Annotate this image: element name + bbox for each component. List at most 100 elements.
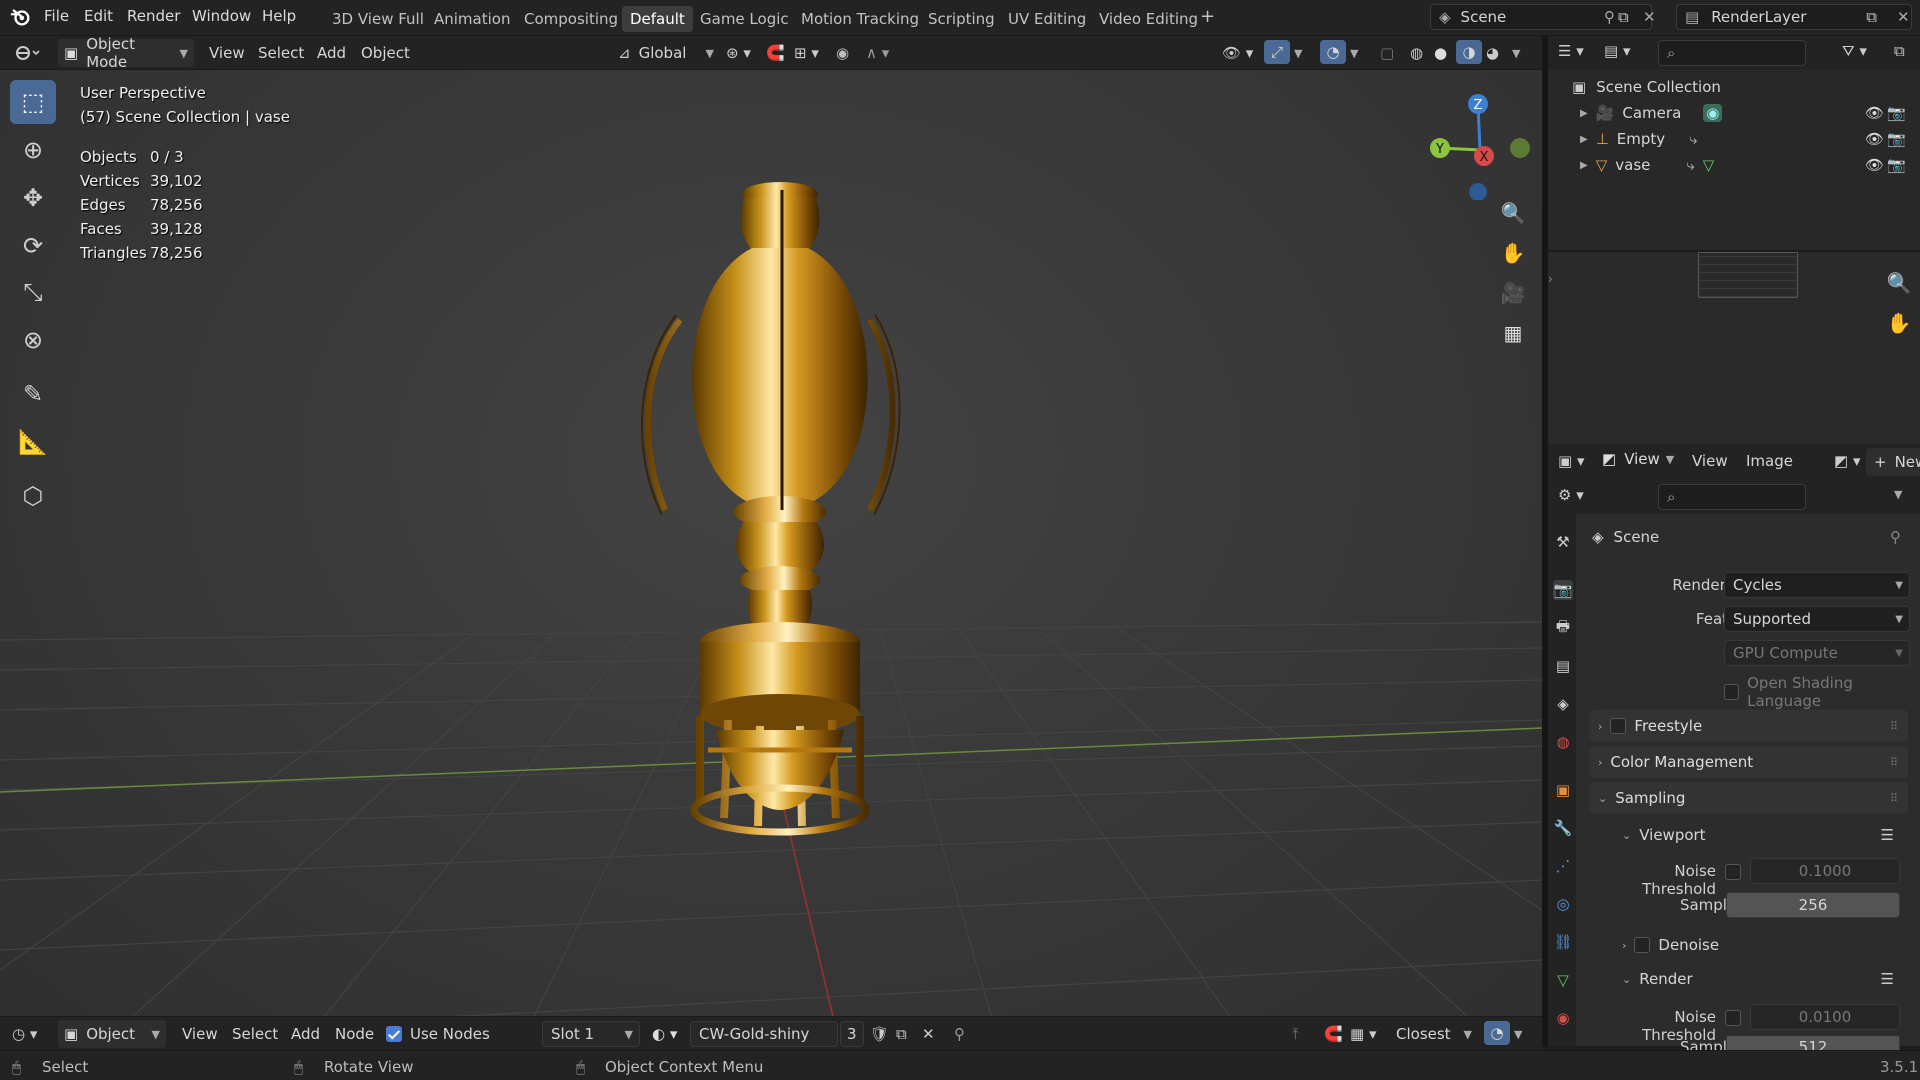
editor-type-icon[interactable]: ▣ ▾ xyxy=(1558,452,1584,470)
new-view-layer-icon[interactable]: ⧉ xyxy=(1866,8,1877,26)
expand-arrow-icon[interactable]: ▶ xyxy=(1580,108,1588,119)
blender-logo-icon[interactable] xyxy=(10,6,32,28)
pin-icon[interactable]: ⚲ xyxy=(1890,528,1901,546)
panel-sampling[interactable]: ⌄ Sampling ⠿ xyxy=(1590,782,1908,814)
tab-default[interactable]: Default xyxy=(622,6,693,32)
tab-uv-editing[interactable]: UV Editing xyxy=(1008,10,1086,28)
outliner-item-empty[interactable]: ▶ ⊥ Empty ⤷ 👁 📷 xyxy=(1560,126,1910,152)
presets-list-icon[interactable]: ☰ xyxy=(1881,970,1894,988)
menu-edit[interactable]: Edit xyxy=(84,7,113,25)
eye-icon[interactable]: 👁 xyxy=(1865,130,1884,148)
render-camera-icon[interactable]: 📷 xyxy=(1887,130,1906,148)
menu-view[interactable]: View xyxy=(1692,452,1728,470)
render-camera-icon[interactable]: 📷 xyxy=(1887,156,1906,174)
viewport-samples-field[interactable]: 256 xyxy=(1726,892,1900,918)
expand-arrow-icon[interactable]: ▶ xyxy=(1580,160,1588,171)
chevron-down-icon[interactable]: ▼ xyxy=(1512,39,1520,67)
material-users-count[interactable]: 3 xyxy=(840,1021,864,1047)
falloff-icon[interactable]: ∧ ▾ xyxy=(866,39,889,67)
osl-checkbox-box[interactable] xyxy=(1724,684,1740,700)
fake-user-icon[interactable]: 🛡 xyxy=(870,1020,889,1048)
proportional-edit-icon[interactable]: ◉ xyxy=(836,39,849,67)
image-browse-icon[interactable]: ◩ ▾ xyxy=(1834,452,1860,470)
tab-game-logic[interactable]: Game Logic xyxy=(700,10,789,28)
menu-select[interactable]: Select xyxy=(232,1020,278,1048)
snap-element-icon[interactable]: ▦ ▾ xyxy=(1350,1020,1376,1048)
feature-set-select[interactable]: Supported ▼ xyxy=(1724,606,1910,632)
outliner-search-input[interactable]: ⌕ xyxy=(1658,40,1806,66)
perspective-grid-icon[interactable]: ▦ xyxy=(1496,316,1530,350)
physics-tab-icon[interactable]: ◎ xyxy=(1553,894,1573,914)
move-tool[interactable]: ✥ xyxy=(10,176,56,220)
snap-mode-selector[interactable]: Closest ▼ xyxy=(1388,1021,1476,1047)
constraints-tab-icon[interactable]: ⛓ xyxy=(1553,932,1573,952)
expand-arrow-icon[interactable]: › xyxy=(1598,756,1602,769)
scale-tool[interactable]: ⤡ xyxy=(10,270,56,314)
vase-model[interactable] xyxy=(641,182,901,836)
eye-icon[interactable]: 👁 xyxy=(1865,104,1884,122)
constraint-icon[interactable]: ⤷ xyxy=(1686,156,1694,174)
menu-add[interactable]: Add xyxy=(317,39,346,67)
select-box-tool[interactable]: ⬚ xyxy=(10,80,56,124)
pivot-point-icon[interactable]: ⊛ ▾ xyxy=(726,39,751,67)
tab-3d-view-full[interactable]: 3D View Full xyxy=(332,10,424,28)
xray-icon[interactable]: ▢ xyxy=(1380,39,1394,67)
mode-selector[interactable]: ▣ Object Mode ▼ xyxy=(58,35,194,71)
subpanel-viewport[interactable]: ⌄ Viewport ☰ xyxy=(1614,820,1908,850)
transform-orientation-selector[interactable]: ⊿ Global ▼ xyxy=(618,39,714,67)
render-tab-icon[interactable]: 📷 xyxy=(1553,580,1573,600)
transform-tool[interactable]: ⊗ xyxy=(10,318,56,362)
expand-arrow-icon[interactable]: › xyxy=(1598,720,1602,733)
presets-list-icon[interactable]: ☰ xyxy=(1881,826,1894,844)
parent-node-icon[interactable]: ⤒ xyxy=(1292,1020,1299,1048)
view-layer-tab-icon[interactable]: ▤ xyxy=(1553,656,1573,676)
tab-compositing[interactable]: Compositing xyxy=(524,10,618,28)
options-chevron-icon[interactable]: ▼ xyxy=(1894,488,1902,501)
display-mode-icon[interactable]: ▤ ▾ xyxy=(1604,42,1630,60)
menu-view[interactable]: View xyxy=(182,1020,218,1048)
snap-icon[interactable]: 🧲 xyxy=(1324,1020,1343,1048)
menu-help[interactable]: Help xyxy=(262,7,296,25)
chevron-down-icon[interactable]: ▼ xyxy=(1514,1020,1522,1048)
unlink-material-icon[interactable]: ✕ xyxy=(922,1020,935,1048)
render-noise-threshold-field[interactable]: 0.0100 xyxy=(1750,1004,1900,1030)
camera-view-icon[interactable]: 🎥 xyxy=(1496,276,1530,310)
new-image-button[interactable]: + New xyxy=(1866,448,1920,476)
chevron-down-icon[interactable]: ▼ xyxy=(1294,39,1302,67)
shader-type-selector[interactable]: ▣ Object ▼ xyxy=(58,1020,166,1048)
editor-type-icon[interactable]: ⚙ ▾ xyxy=(1558,486,1584,504)
material-preview-icon[interactable]: ◑ xyxy=(1456,40,1482,64)
pin-icon[interactable]: ⚲ xyxy=(1604,8,1615,26)
close-scene-icon[interactable]: ✕ xyxy=(1643,8,1656,26)
zoom-icon[interactable]: 🔍 xyxy=(1496,196,1530,230)
overlays-icon[interactable]: ◔ xyxy=(1484,1021,1510,1045)
subpanel-render[interactable]: ⌄ Render ☰ xyxy=(1614,964,1908,994)
drag-handle-icon[interactable]: ⠿ xyxy=(1890,756,1898,769)
cursor-tool[interactable]: ⊕ xyxy=(10,128,56,172)
menu-file[interactable]: File xyxy=(44,7,69,25)
render-noise-threshold-checkbox[interactable] xyxy=(1725,1010,1741,1026)
use-nodes-toggle[interactable]: Use Nodes xyxy=(386,1020,490,1048)
3d-viewport[interactable]: ⬚ ⊕ ✥ ⟳ ⤡ ⊗ ✎ 📐 ⬡ User Perspective (57) … xyxy=(0,70,1542,1046)
filter-icon[interactable]: ⛛ ▾ xyxy=(1842,42,1867,60)
tool-tab-icon[interactable]: ⚒ xyxy=(1553,532,1573,552)
object-tab-icon[interactable]: ▣ xyxy=(1553,780,1573,800)
material-tab-icon[interactable]: ◉ xyxy=(1553,1008,1573,1028)
render-engine-select[interactable]: Cycles ▼ xyxy=(1724,572,1910,598)
expand-arrow-icon[interactable]: ▶ xyxy=(1580,134,1588,145)
view-mode-selector[interactable]: ◩ View ▼ xyxy=(1602,450,1674,468)
pan-hand-icon[interactable]: ✋ xyxy=(1882,306,1916,340)
rotate-tool[interactable]: ⟳ xyxy=(10,224,56,268)
close-view-layer-icon[interactable]: ✕ xyxy=(1897,8,1910,26)
material-name-field[interactable]: CW-Gold-shiny xyxy=(690,1021,838,1047)
mesh-data-icon[interactable]: ▽ xyxy=(1703,156,1715,174)
drag-handle-icon[interactable]: ⠿ xyxy=(1890,792,1898,805)
properties-search-input[interactable]: ⌕ xyxy=(1658,484,1806,510)
device-select[interactable]: GPU Compute ▼ xyxy=(1724,640,1910,666)
panel-freestyle[interactable]: › Freestyle ⠿ xyxy=(1590,710,1908,742)
chevron-down-icon[interactable]: ▼ xyxy=(1350,39,1358,67)
tab-motion-tracking[interactable]: Motion Tracking xyxy=(801,10,919,28)
collapse-arrow-icon[interactable]: ⌄ xyxy=(1622,829,1631,842)
tab-animation[interactable]: Animation xyxy=(434,10,510,28)
menu-select[interactable]: Select xyxy=(258,39,304,67)
